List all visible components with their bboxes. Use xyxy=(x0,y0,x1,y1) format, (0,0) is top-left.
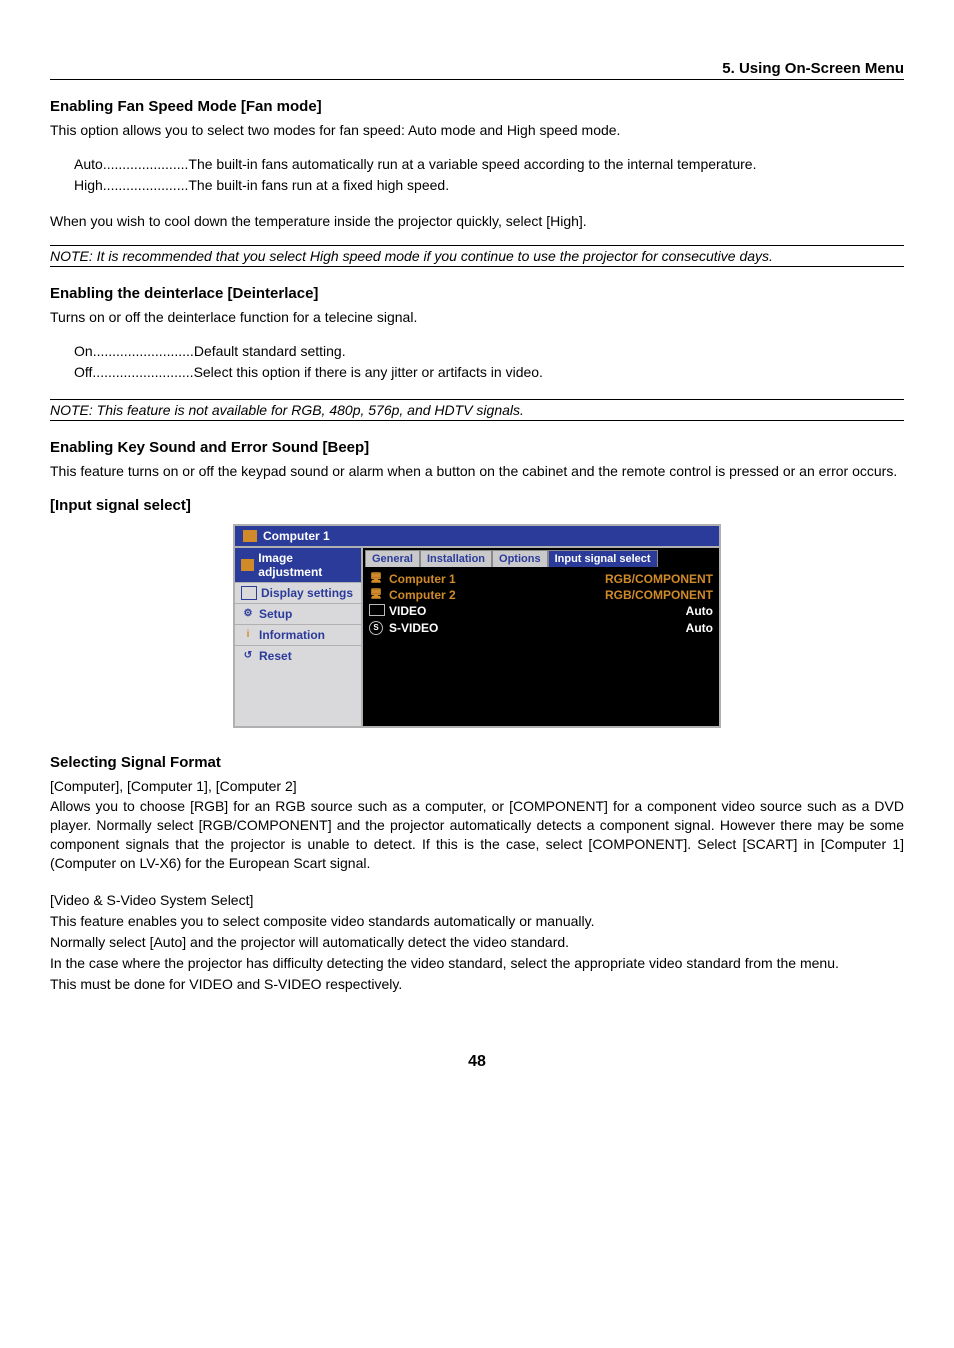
fan-title: Enabling Fan Speed Mode [Fan mode] xyxy=(50,98,904,115)
osd-screenshot: Computer 1 Image adjustment Display sett… xyxy=(50,524,904,728)
sidebar-item-label: Reset xyxy=(259,649,292,663)
def-desc: The built-in fans automatically run at a… xyxy=(188,154,756,175)
fan-note: NOTE: It is recommended that you select … xyxy=(50,245,904,267)
def-dots: ...................... xyxy=(103,175,189,196)
sidebar-item-display-settings[interactable]: Display settings xyxy=(235,583,361,604)
fan-def-auto: Auto ...................... The built-in… xyxy=(74,154,904,175)
deint-intro: Turns on or off the deinterlace function… xyxy=(50,308,904,327)
sidebar-item-label: Image adjustment xyxy=(258,551,355,579)
def-desc: Default standard setting. xyxy=(194,341,346,362)
fan-after: When you wish to cool down the temperatu… xyxy=(50,212,904,231)
reset-icon: ↺ xyxy=(241,650,255,662)
setup-icon: ⚙ xyxy=(241,608,255,620)
row-label: S-VIDEO xyxy=(389,621,438,635)
input-select-heading: [Input signal select] xyxy=(50,497,904,514)
sidebar-filler xyxy=(235,666,361,726)
def-desc: Select this option if there is any jitte… xyxy=(194,362,543,383)
def-dots: .......................... xyxy=(92,362,193,383)
signal-p1: Allows you to choose [RGB] for an RGB so… xyxy=(50,797,904,873)
page-number: 48 xyxy=(50,1053,904,1071)
signal-p2c: In the case where the projector has diff… xyxy=(50,954,904,973)
osd-row-video[interactable]: VIDEO Auto xyxy=(369,603,713,620)
sidebar-item-label: Setup xyxy=(259,607,292,621)
osd-content: 🖥 Computer 1 RGB/COMPONENT 🖥 Computer 2 RG… xyxy=(363,567,719,682)
osd-row-computer2[interactable]: 🖥 Computer 2 RGB/COMPONENT xyxy=(369,587,713,603)
row-value: Auto xyxy=(686,621,713,635)
osd-window: Computer 1 Image adjustment Display sett… xyxy=(233,524,721,728)
osd-sidebar: Image adjustment Display settings ⚙ Setu… xyxy=(235,548,363,726)
def-term: High xyxy=(74,175,103,196)
beep-text: This feature turns on or off the keypad … xyxy=(50,462,904,481)
row-value: Auto xyxy=(686,604,713,619)
row-value: RGB/COMPONENT xyxy=(605,588,713,602)
sidebar-item-setup[interactable]: ⚙ Setup xyxy=(235,604,361,625)
osd-title: Computer 1 xyxy=(263,529,330,543)
osd-main: General Installation Options Input signa… xyxy=(363,548,719,726)
fan-intro: This option allows you to select two mod… xyxy=(50,121,904,140)
def-dots: .......................... xyxy=(93,341,194,362)
osd-tabs: General Installation Options Input signa… xyxy=(363,548,719,567)
deint-def-off: Off .......................... Select th… xyxy=(74,362,904,383)
tab-options[interactable]: Options xyxy=(492,550,548,567)
def-term: Off xyxy=(74,362,92,383)
deint-definitions: On .......................... Default st… xyxy=(74,341,904,383)
signal-title: Selecting Signal Format xyxy=(50,754,904,771)
svideo-icon: S xyxy=(369,621,383,635)
video-icon xyxy=(369,604,383,619)
computer-icon xyxy=(243,530,257,542)
monitor-icon: 🖥 xyxy=(369,589,383,600)
chapter-title: 5. Using On-Screen Menu xyxy=(722,60,904,77)
monitor-icon: 🖥 xyxy=(369,573,383,584)
deint-def-on: On .......................... Default st… xyxy=(74,341,904,362)
def-term: Auto xyxy=(74,154,103,175)
info-icon: i xyxy=(241,629,255,641)
signal-p2d: This must be done for VIDEO and S-VIDEO … xyxy=(50,975,904,994)
tab-general[interactable]: General xyxy=(365,550,420,567)
deint-note: NOTE: This feature is not available for … xyxy=(50,399,904,421)
row-label: Computer 1 xyxy=(389,572,456,586)
osd-row-computer1[interactable]: 🖥 Computer 1 RGB/COMPONENT xyxy=(369,571,713,587)
tab-installation[interactable]: Installation xyxy=(420,550,492,567)
tab-input-signal-select[interactable]: Input signal select xyxy=(548,550,658,567)
sidebar-item-label: Information xyxy=(259,628,325,642)
osd-titlebar: Computer 1 xyxy=(233,524,721,546)
signal-p2b: Normally select [Auto] and the projector… xyxy=(50,933,904,952)
image-adjustment-icon xyxy=(241,559,254,571)
def-term: On xyxy=(74,341,93,362)
def-desc: The built-in fans run at a fixed high sp… xyxy=(188,175,449,196)
signal-sub2: [Video & S-Video System Select] xyxy=(50,891,904,910)
row-label: Computer 2 xyxy=(389,588,456,602)
display-settings-icon xyxy=(241,586,257,600)
signal-sub1: [Computer], [Computer 1], [Computer 2] xyxy=(50,777,904,796)
page: 5. Using On-Screen Menu Enabling Fan Spe… xyxy=(0,0,954,1111)
osd-body: Image adjustment Display settings ⚙ Setu… xyxy=(233,546,721,728)
osd-row-svideo[interactable]: S S-VIDEO Auto xyxy=(369,620,713,636)
beep-title: Enabling Key Sound and Error Sound [Beep… xyxy=(50,439,904,456)
sidebar-item-label: Display settings xyxy=(261,586,353,600)
row-label: VIDEO xyxy=(389,604,426,618)
def-dots: ...................... xyxy=(103,154,189,175)
row-value: RGB/COMPONENT xyxy=(605,572,713,586)
signal-p2a: This feature enables you to select compo… xyxy=(50,912,904,931)
sidebar-item-reset[interactable]: ↺ Reset xyxy=(235,646,361,666)
fan-def-high: High ...................... The built-in… xyxy=(74,175,904,196)
sidebar-item-information[interactable]: i Information xyxy=(235,625,361,646)
sidebar-item-image-adjustment[interactable]: Image adjustment xyxy=(235,548,361,583)
deint-title: Enabling the deinterlace [Deinterlace] xyxy=(50,285,904,302)
chapter-header: 5. Using On-Screen Menu xyxy=(50,60,904,80)
fan-definitions: Auto ...................... The built-in… xyxy=(74,154,904,196)
